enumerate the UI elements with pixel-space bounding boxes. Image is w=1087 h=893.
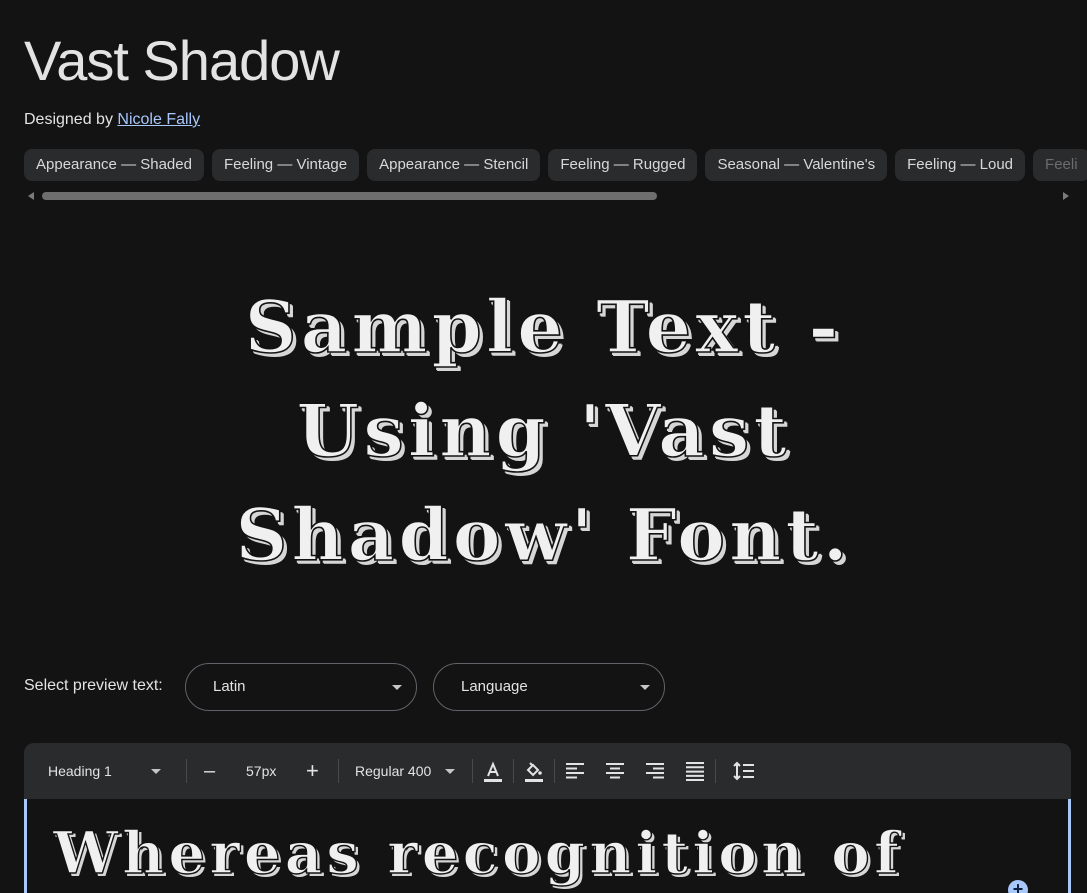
scroll-left-arrow-icon[interactable] [28, 192, 34, 200]
decrease-size-button[interactable]: – [204, 743, 215, 799]
designer-line: Designed by Nicole Fally [24, 111, 200, 129]
tag-chip[interactable]: Feeling — Rugged [548, 149, 698, 181]
chevron-down-icon [640, 685, 650, 690]
weight-value: Regular 400 [355, 763, 432, 779]
tag-chip[interactable]: Feeli [1033, 149, 1087, 181]
script-select-value: Latin [213, 678, 246, 695]
preview-text-label: Select preview text: [24, 677, 163, 694]
toolbar-divider [186, 759, 187, 783]
text-color-icon[interactable] [481, 759, 505, 783]
align-center-icon[interactable] [603, 759, 627, 783]
add-icon[interactable]: + [1008, 880, 1028, 893]
align-left-icon[interactable] [563, 759, 587, 783]
toolbar-divider [715, 759, 716, 783]
tag-chip[interactable]: Appearance — Stencil [367, 149, 541, 181]
tag-chip[interactable]: Feeling — Vintage [211, 149, 360, 181]
fill-color-icon[interactable] [522, 759, 546, 783]
language-select[interactable]: Language [433, 663, 665, 711]
tag-rail: Appearance — Shaded Feeling — Vintage Ap… [24, 149, 1087, 182]
designed-by-label: Designed by [24, 111, 113, 128]
scroll-right-arrow-icon[interactable] [1063, 192, 1069, 200]
tag-scrollbar[interactable] [24, 190, 1071, 202]
chevron-down-icon [392, 685, 402, 690]
preview-line: Using 'Vast [296, 387, 791, 474]
toolbar-divider [513, 759, 514, 783]
increase-size-button[interactable]: + [306, 743, 319, 799]
font-specimen-page: Vast Shadow Designed by Nicole Fally App… [0, 0, 1087, 893]
align-right-icon[interactable] [643, 759, 667, 783]
preview-line: Sample Text - [244, 283, 843, 370]
tag-chip[interactable]: Feeling — Loud [895, 149, 1026, 181]
editor-toolbar: Heading 1 – 57px + Regular 400 [24, 743, 1071, 799]
toolbar-divider [338, 759, 339, 783]
tag-chip[interactable]: Appearance — Shaded [24, 149, 204, 181]
chevron-down-icon [151, 769, 161, 774]
preview-line: Shadow' Font. [235, 491, 852, 578]
language-select-value: Language [461, 678, 528, 695]
font-title: Vast Shadow [24, 29, 340, 92]
weight-select[interactable]: Regular 400 [355, 743, 431, 799]
designer-link[interactable]: Nicole Fally [117, 111, 200, 128]
tag-chip[interactable]: Seasonal — Valentine's [705, 149, 888, 181]
line-height-icon[interactable] [732, 759, 756, 783]
toolbar-divider [472, 759, 473, 783]
preview-editor[interactable]: Whereas recognition of [24, 799, 1071, 893]
font-size-value[interactable]: 57px [246, 743, 276, 799]
chevron-down-icon [445, 769, 455, 774]
scroll-thumb[interactable] [42, 192, 657, 200]
script-select[interactable]: Latin [185, 663, 417, 711]
align-justify-icon[interactable] [683, 759, 707, 783]
sample-preview: Sample Text - Using 'Vast Shadow' Font. [0, 275, 1087, 587]
text-style-value: Heading 1 [48, 763, 112, 779]
text-style-select[interactable]: Heading 1 [48, 743, 168, 799]
toolbar-divider [554, 759, 555, 783]
editor-text[interactable]: Whereas recognition of [52, 813, 903, 893]
